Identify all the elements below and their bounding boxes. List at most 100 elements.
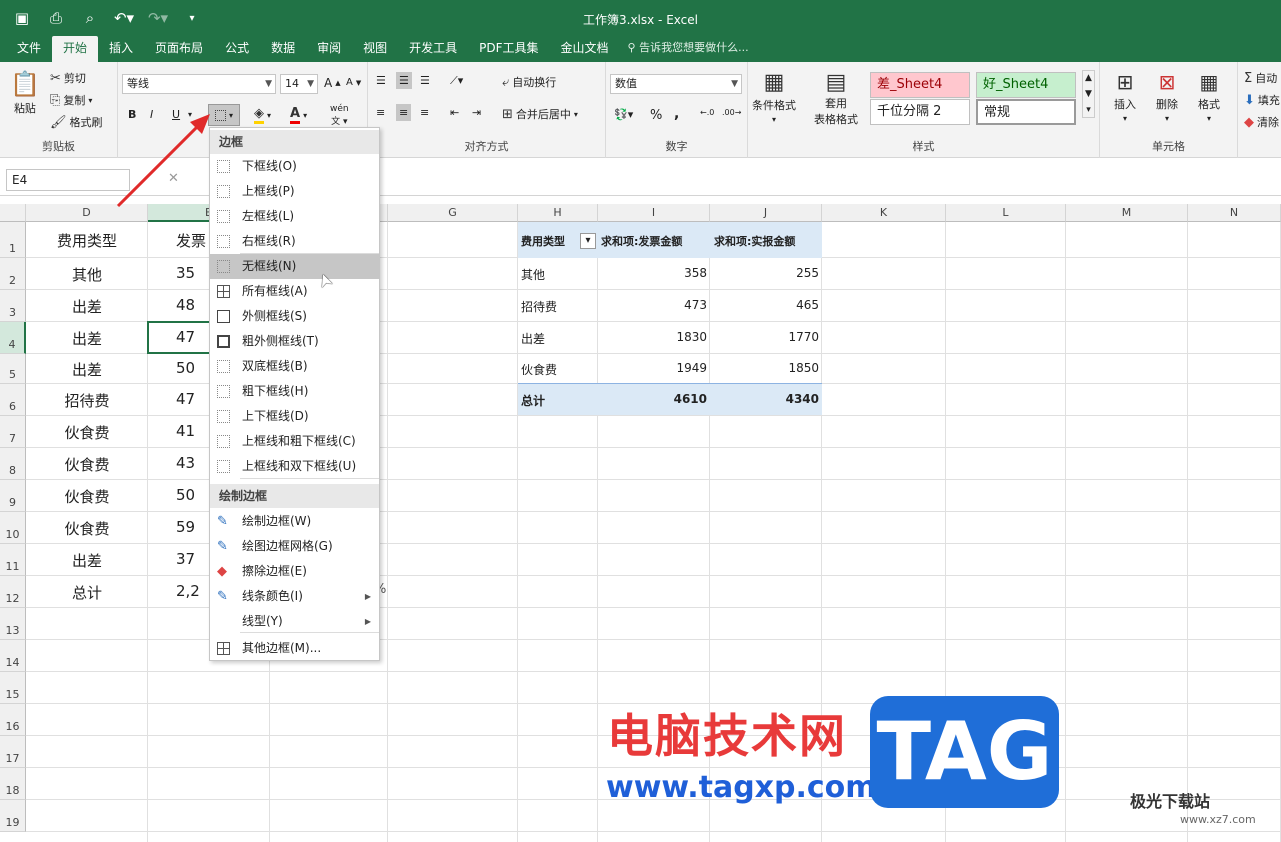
autosum-button[interactable]: Σ 自动: [1244, 70, 1277, 86]
font-size-select[interactable]: 14 ▼: [280, 74, 318, 94]
row-header-2[interactable]: 2: [0, 258, 26, 290]
decrease-indent-button[interactable]: ⇤: [450, 106, 459, 119]
column-header-h[interactable]: H: [518, 204, 598, 222]
row-header-5[interactable]: 5: [0, 354, 26, 384]
cell-e8[interactable]: 43: [176, 454, 195, 472]
menu-item-right-border[interactable]: 右框线(R): [210, 229, 379, 254]
column-header-g[interactable]: G: [388, 204, 518, 222]
copy-button[interactable]: ⎘ 复制 ▾: [50, 92, 92, 108]
paste-button[interactable]: 📋 粘贴: [10, 70, 40, 116]
phonetic-button[interactable]: wén 文 ▾: [330, 104, 349, 127]
pivot-reimb-value[interactable]: 1850: [788, 361, 819, 375]
delete-cells-button[interactable]: ⊠ 删除 ▾: [1156, 70, 1178, 123]
fill-button[interactable]: ⬇ 填充: [1244, 92, 1280, 108]
pivot-total-invoice[interactable]: 4610: [674, 392, 707, 406]
row-header-8[interactable]: 8: [0, 448, 26, 480]
row-header-14[interactable]: 14: [0, 640, 26, 672]
increase-indent-button[interactable]: ⇥: [472, 106, 481, 119]
format-painter-button[interactable]: 🖌 格式刷: [50, 114, 103, 130]
row-header-1[interactable]: 1: [0, 222, 26, 258]
pivot-reimb-value[interactable]: 1770: [788, 330, 819, 344]
row-header-19[interactable]: 19: [0, 800, 26, 832]
column-header-l[interactable]: L: [946, 204, 1066, 222]
column-header-m[interactable]: M: [1066, 204, 1188, 222]
menu-item-thick-bottom-border[interactable]: 粗下框线(H): [210, 379, 379, 404]
column-header-i[interactable]: I: [598, 204, 710, 222]
row-header-13[interactable]: 13: [0, 608, 26, 640]
pivot-row-label[interactable]: 出差: [521, 330, 545, 347]
pivot-header-1[interactable]: 求和项:发票金额: [601, 233, 682, 249]
cell-d4[interactable]: 出差: [26, 328, 148, 349]
pivot-filter-button[interactable]: ▾: [580, 233, 596, 249]
cut-button[interactable]: ✂ 剪切: [50, 70, 86, 86]
menu-item-outside-borders[interactable]: 外侧框线(S): [210, 304, 379, 329]
cell-e11[interactable]: 37: [176, 550, 195, 568]
orientation-button[interactable]: ⟋▾: [450, 74, 463, 88]
pivot-header-2[interactable]: 求和项:实报金额: [714, 233, 795, 249]
cell-e3[interactable]: 48: [176, 296, 195, 314]
format-cells-button[interactable]: ▦ 格式 ▾: [1198, 70, 1220, 123]
tab-insert[interactable]: 插入: [98, 36, 144, 62]
column-header-n[interactable]: N: [1188, 204, 1281, 222]
menu-item-left-border[interactable]: 左框线(L): [210, 204, 379, 229]
menu-item-top-double-bottom-border[interactable]: 上框线和双下框线(U): [210, 454, 379, 479]
cell-d3[interactable]: 出差: [26, 296, 148, 317]
number-format-select[interactable]: 数值 ▼: [610, 74, 742, 94]
increase-decimal-button[interactable]: ←.0: [700, 108, 714, 117]
tab-file[interactable]: 文件: [6, 36, 52, 62]
menu-item-thick-outside-borders[interactable]: 粗外侧框线(T): [210, 329, 379, 354]
cell-e9[interactable]: 50: [176, 486, 195, 504]
tab-developer[interactable]: 开发工具: [398, 36, 468, 62]
top-align-button[interactable]: ☰: [376, 74, 386, 87]
row-header-12[interactable]: 12: [0, 576, 26, 608]
tab-formulas[interactable]: 公式: [214, 36, 260, 62]
fill-color-button[interactable]: ◈ ▾: [254, 106, 271, 124]
style-good[interactable]: 好_Sheet4: [976, 72, 1076, 98]
column-header-j[interactable]: J: [710, 204, 822, 222]
tab-pdf-tools[interactable]: PDF工具集: [468, 36, 549, 62]
increase-font-button[interactable]: A ▲: [324, 76, 341, 90]
style-normal[interactable]: 常规: [976, 99, 1076, 125]
insert-cells-button[interactable]: ⊞ 插入 ▾: [1114, 70, 1136, 123]
cell-d12[interactable]: 总计: [26, 582, 148, 603]
tab-review[interactable]: 审阅: [306, 36, 352, 62]
cell-e12[interactable]: 2,2: [176, 582, 200, 600]
tab-page-layout[interactable]: 页面布局: [144, 36, 214, 62]
row-header-15[interactable]: 15: [0, 672, 26, 704]
menu-item-top-thick-bottom-border[interactable]: 上框线和粗下框线(C): [210, 429, 379, 454]
menu-item-line-style[interactable]: 线型(Y) ▶: [210, 609, 379, 634]
pivot-invoice-value[interactable]: 1830: [676, 330, 707, 344]
merge-center-button[interactable]: ⊞ 合并后居中 ▾: [502, 106, 578, 122]
pivot-invoice-value[interactable]: 1949: [676, 361, 707, 375]
cell-d10[interactable]: 伙食费: [26, 518, 148, 539]
cell-d9[interactable]: 伙食费: [26, 486, 148, 507]
style-thousands[interactable]: 千位分隔 2: [870, 99, 970, 125]
tab-kingsoft-docs[interactable]: 金山文档: [550, 36, 620, 62]
middle-align-button[interactable]: ☰: [396, 72, 412, 89]
clear-button[interactable]: ◆ 清除: [1244, 114, 1279, 130]
pivot-row-label[interactable]: 招待费: [521, 298, 557, 315]
pivot-row-label[interactable]: 其他: [521, 266, 545, 283]
menu-item-bottom-double-border[interactable]: 双底框线(B): [210, 354, 379, 379]
cell-e5[interactable]: 50: [176, 359, 195, 377]
row-header-17[interactable]: 17: [0, 736, 26, 768]
menu-item-more-borders[interactable]: 其他边框(M)...: [210, 636, 379, 661]
pivot-reimb-value[interactable]: 465: [796, 298, 819, 312]
bottom-align-button[interactable]: ☰: [420, 74, 430, 87]
pivot-header-0[interactable]: 费用类型: [521, 233, 565, 249]
cell-e6[interactable]: 47: [176, 390, 195, 408]
style-bad[interactable]: 差_Sheet4: [870, 72, 970, 98]
menu-item-top-border[interactable]: 上框线(P): [210, 179, 379, 204]
tab-data[interactable]: 数据: [260, 36, 306, 62]
pivot-total-label[interactable]: 总计: [521, 392, 545, 409]
cell-d1[interactable]: 费用类型: [26, 230, 148, 251]
decrease-font-button[interactable]: A ▼: [346, 77, 361, 88]
pivot-row-label[interactable]: 伙食费: [521, 361, 557, 378]
format-as-table-button[interactable]: ▤ 套用 表格格式: [814, 70, 858, 127]
cell-d11[interactable]: 出差: [26, 550, 148, 571]
menu-item-draw-border[interactable]: ✎ 绘制边框(W): [210, 509, 379, 534]
menu-item-bottom-border[interactable]: 下框线(O): [210, 154, 379, 179]
row-header-6[interactable]: 6: [0, 384, 26, 416]
menu-item-draw-border-grid[interactable]: ✎ 绘图边框网格(G): [210, 534, 379, 559]
cell-e1[interactable]: 发票: [176, 230, 206, 251]
